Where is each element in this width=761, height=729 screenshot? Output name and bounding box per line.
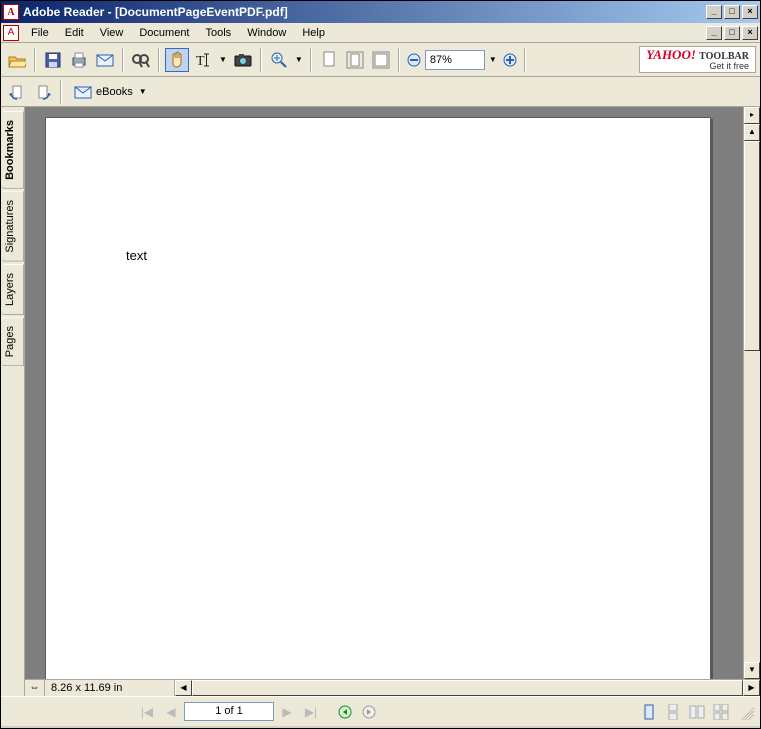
continuous-button[interactable]: [662, 702, 684, 722]
scroll-thumb[interactable]: [744, 141, 760, 351]
tab-bookmarks[interactable]: Bookmarks: [1, 111, 24, 189]
hscroll-right-button[interactable]: ▶: [743, 680, 760, 696]
previous-view-button[interactable]: [334, 702, 356, 722]
pdf-page: text: [45, 117, 711, 679]
page-body-text: text: [126, 248, 147, 263]
page-number-input[interactable]: 1 of 1: [184, 702, 274, 721]
hand-tool-button[interactable]: [165, 48, 189, 72]
menu-tools[interactable]: Tools: [198, 25, 240, 41]
separator: [158, 48, 160, 72]
menu-document[interactable]: Document: [131, 25, 197, 41]
status-bar: |◀ ◀ 1 of 1 ▶ ▶|: [1, 696, 760, 726]
menu-help[interactable]: Help: [294, 25, 333, 41]
continuous-facing-button[interactable]: [710, 702, 732, 722]
save-button[interactable]: [41, 48, 65, 72]
yahoo-sub: Get it free: [709, 62, 749, 71]
select-dropdown-icon[interactable]: ▼: [217, 55, 229, 64]
vertical-scrollbar[interactable]: ▸ ▲ ▼: [743, 107, 760, 679]
menubar: A FileEditViewDocumentToolsWindowHelp _ …: [1, 23, 760, 43]
menu-edit[interactable]: Edit: [57, 25, 92, 41]
next-page-button[interactable]: ▶: [276, 702, 298, 722]
window-title: Adobe Reader - [DocumentPageEventPDF.pdf…: [23, 5, 706, 19]
svg-text:T: T: [196, 54, 205, 69]
hscroll-track[interactable]: [192, 680, 743, 696]
tab-signatures[interactable]: Signatures: [1, 191, 24, 262]
open-button[interactable]: [5, 48, 29, 72]
zoom-value: 87%: [430, 54, 452, 66]
print-button[interactable]: [67, 48, 91, 72]
resize-grip[interactable]: [738, 704, 754, 720]
titlebar: A Adobe Reader - [DocumentPageEventPDF.p…: [1, 1, 760, 23]
document-viewport[interactable]: text: [25, 107, 743, 679]
main-toolbar: T ▼ ▼ 87% ▼ YAHOO! TOOLBAR Get it free: [1, 43, 760, 77]
prev-page-button[interactable]: ◀: [160, 702, 182, 722]
tab-pages[interactable]: Pages: [1, 317, 24, 366]
menu-view[interactable]: View: [92, 25, 132, 41]
horizontal-scrollbar[interactable]: ◀ ▶: [175, 680, 760, 696]
last-page-button[interactable]: ▶|: [300, 702, 322, 722]
search-button[interactable]: [129, 48, 153, 72]
single-page-button[interactable]: [638, 702, 660, 722]
page-layout-group: [638, 702, 732, 722]
ebooks-label: eBooks: [96, 86, 133, 98]
zoom-out-button[interactable]: [405, 48, 423, 72]
page-dimensions: 8.26 x 11.69 in: [45, 680, 175, 696]
zoom-input[interactable]: 87%: [425, 50, 485, 70]
facing-button[interactable]: [686, 702, 708, 722]
separator: [60, 80, 62, 104]
tab-layers[interactable]: Layers: [1, 264, 24, 315]
window-controls: _ □ ×: [706, 5, 758, 19]
navigation-panel-tabs: Bookmarks Signatures Layers Pages: [1, 107, 25, 696]
scroll-down-button[interactable]: ▼: [744, 662, 760, 679]
yahoo-toolbar-ad[interactable]: YAHOO! TOOLBAR Get it free: [639, 46, 756, 73]
snapshot-button[interactable]: [231, 48, 255, 72]
menu-file[interactable]: File: [23, 25, 57, 41]
separator: [398, 48, 400, 72]
select-text-button[interactable]: T: [191, 48, 215, 72]
rotate-ccw-button[interactable]: [5, 80, 29, 104]
email-button[interactable]: [93, 48, 117, 72]
separator: [34, 48, 36, 72]
maximize-button[interactable]: □: [724, 5, 740, 19]
scroll-track[interactable]: [744, 141, 760, 662]
ebooks-button[interactable]: eBooks ▼: [67, 81, 156, 103]
scroll-up-button[interactable]: ▲: [744, 124, 760, 141]
main-area: Bookmarks Signatures Layers Pages text ▸…: [1, 107, 760, 696]
fit-width-button[interactable]: [369, 48, 393, 72]
close-button[interactable]: ×: [742, 5, 758, 19]
ebooks-dropdown-icon: ▼: [137, 87, 149, 96]
separator: [524, 48, 526, 72]
hscroll-grip-icon[interactable]: ⇔: [25, 680, 45, 696]
zoom-in-plus-button[interactable]: [501, 48, 519, 72]
rotate-cw-button[interactable]: [31, 80, 55, 104]
minimize-button[interactable]: _: [706, 5, 722, 19]
hscroll-left-button[interactable]: ◀: [175, 680, 192, 696]
page-navigation: |◀ ◀ 1 of 1 ▶ ▶|: [136, 702, 380, 722]
mdi-window-controls: _ □ ×: [706, 26, 758, 40]
document-area: text ▸ ▲ ▼ ⇔ 8.26 x 11.69 in ◀ ▶: [25, 107, 760, 696]
zoom-menu-dropdown-icon[interactable]: ▼: [487, 55, 499, 64]
menu-window[interactable]: Window: [239, 25, 294, 41]
next-view-button[interactable]: [358, 702, 380, 722]
zoom-dropdown-icon[interactable]: ▼: [293, 55, 305, 64]
mdi-maximize-button[interactable]: □: [724, 26, 740, 40]
fit-page-button[interactable]: [343, 48, 367, 72]
mdi-minimize-button[interactable]: _: [706, 26, 722, 40]
separator: [310, 48, 312, 72]
hscroll-thumb[interactable]: [192, 680, 743, 696]
document-icon[interactable]: A: [3, 25, 19, 41]
scroll-split-icon[interactable]: ▸: [744, 107, 760, 124]
document-info-bar: ⇔ 8.26 x 11.69 in ◀ ▶: [25, 679, 760, 696]
actual-size-button[interactable]: [317, 48, 341, 72]
adobe-reader-icon: A: [3, 4, 19, 20]
zoom-in-button[interactable]: [267, 48, 291, 72]
mdi-close-button[interactable]: ×: [742, 26, 758, 40]
first-page-button[interactable]: |◀: [136, 702, 158, 722]
separator: [260, 48, 262, 72]
separator: [122, 48, 124, 72]
sub-toolbar: eBooks ▼: [1, 77, 760, 107]
yahoo-brand: YAHOO!: [646, 47, 696, 62]
